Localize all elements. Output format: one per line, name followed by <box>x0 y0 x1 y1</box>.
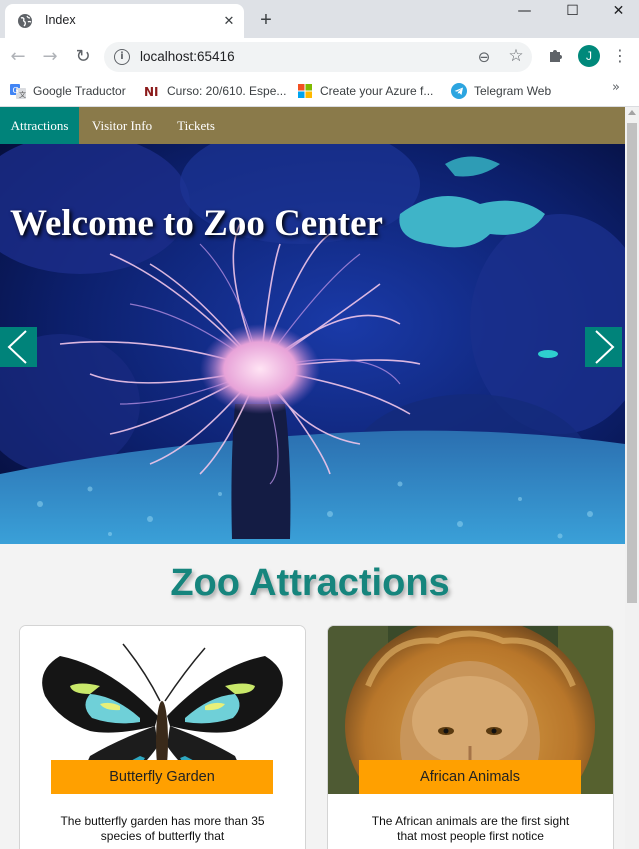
forward-arrow-icon[interactable]: → <box>39 46 61 68</box>
address-bar[interactable]: i localhost:65416 ⊖ ☆ <box>104 42 532 72</box>
scrollbar-thumb[interactable] <box>627 123 637 603</box>
microsoft-icon <box>297 83 313 99</box>
new-tab-icon[interactable]: + <box>255 9 277 31</box>
card-description: The butterfly garden has more than 35 sp… <box>60 814 265 843</box>
bookmarks-bar: G文 Google Traductor NI Curso: 20/610. Es… <box>0 75 639 107</box>
kebab-menu-icon[interactable]: ⋮ <box>610 45 630 67</box>
bookmark-label: Curso: 20/610. Espe... <box>167 84 287 98</box>
translate-icon: G文 <box>10 83 26 99</box>
nav-tickets[interactable]: Tickets <box>165 107 227 144</box>
bookmark-label: Create your Azure f... <box>320 84 434 98</box>
card-label[interactable]: African Animals <box>359 760 581 794</box>
telegram-icon <box>451 82 467 99</box>
star-icon[interactable]: ☆ <box>506 46 526 66</box>
url-text[interactable]: localhost:65416 <box>140 49 235 64</box>
site-info-icon[interactable]: i <box>114 49 130 65</box>
tab-strip: Index ✕ + — ☐ ✕ <box>0 0 639 38</box>
hero-carousel: Welcome to Zoo Center <box>0 144 625 544</box>
more-bookmarks-icon[interactable]: » <box>612 80 620 95</box>
svg-text:G: G <box>13 86 19 95</box>
hero-title: Welcome to Zoo Center <box>10 203 383 244</box>
browser-tab[interactable]: Index ✕ <box>5 4 244 38</box>
ni-logo-icon: NI <box>144 83 160 99</box>
bookmark-google-translate[interactable]: G文 Google Traductor <box>10 81 126 101</box>
attraction-card-african[interactable]: African Animals The African animals are … <box>327 625 614 849</box>
window-close-icon[interactable]: ✕ <box>596 0 639 24</box>
bookmark-telegram[interactable]: Telegram Web <box>451 81 551 101</box>
bookmark-label: Google Traductor <box>33 84 126 98</box>
chevron-left-icon <box>7 330 27 364</box>
attraction-card-butterfly[interactable]: Butterfly Garden The butterfly garden ha… <box>19 625 306 849</box>
tab-title: Index <box>45 13 76 27</box>
nav-attractions[interactable]: Attractions <box>0 107 79 144</box>
site-nav: Attractions Visitor Info Tickets <box>0 107 625 144</box>
profile-avatar[interactable]: J <box>578 45 600 67</box>
carousel-next-button[interactable] <box>585 327 622 367</box>
nav-visitor-info[interactable]: Visitor Info <box>82 107 162 144</box>
browser-toolbar: ← → ↻ i localhost:65416 ⊖ ☆ <box>0 38 639 75</box>
page-viewport: Attractions Visitor Info Tickets Welcome… <box>0 107 625 849</box>
section-title: Zoo Attractions <box>170 562 450 604</box>
puzzle-icon[interactable] <box>546 46 566 66</box>
bookmark-azure[interactable]: Create your Azure f... <box>297 81 433 101</box>
reload-icon[interactable]: ↻ <box>72 46 94 68</box>
card-description: The African animals are the first sight … <box>371 814 570 843</box>
scroll-up-arrow-icon[interactable] <box>628 110 636 115</box>
page-scrollbar[interactable] <box>625 107 639 849</box>
svg-text:文: 文 <box>19 90 26 99</box>
maximize-icon[interactable]: ☐ <box>550 0 595 24</box>
bookmark-curso[interactable]: NI Curso: 20/610. Espe... <box>144 81 286 101</box>
carousel-prev-button[interactable] <box>0 327 37 367</box>
back-arrow-icon[interactable]: ← <box>7 46 29 68</box>
zoom-icon[interactable]: ⊖ <box>474 47 494 67</box>
close-tab-icon[interactable]: ✕ <box>220 12 238 30</box>
card-label[interactable]: Butterfly Garden <box>51 760 273 794</box>
minimize-icon[interactable]: — <box>502 0 547 24</box>
globe-icon <box>17 13 33 29</box>
chevron-right-icon <box>595 330 615 364</box>
svg-text:NI: NI <box>144 85 159 99</box>
bookmark-label: Telegram Web <box>474 84 552 98</box>
